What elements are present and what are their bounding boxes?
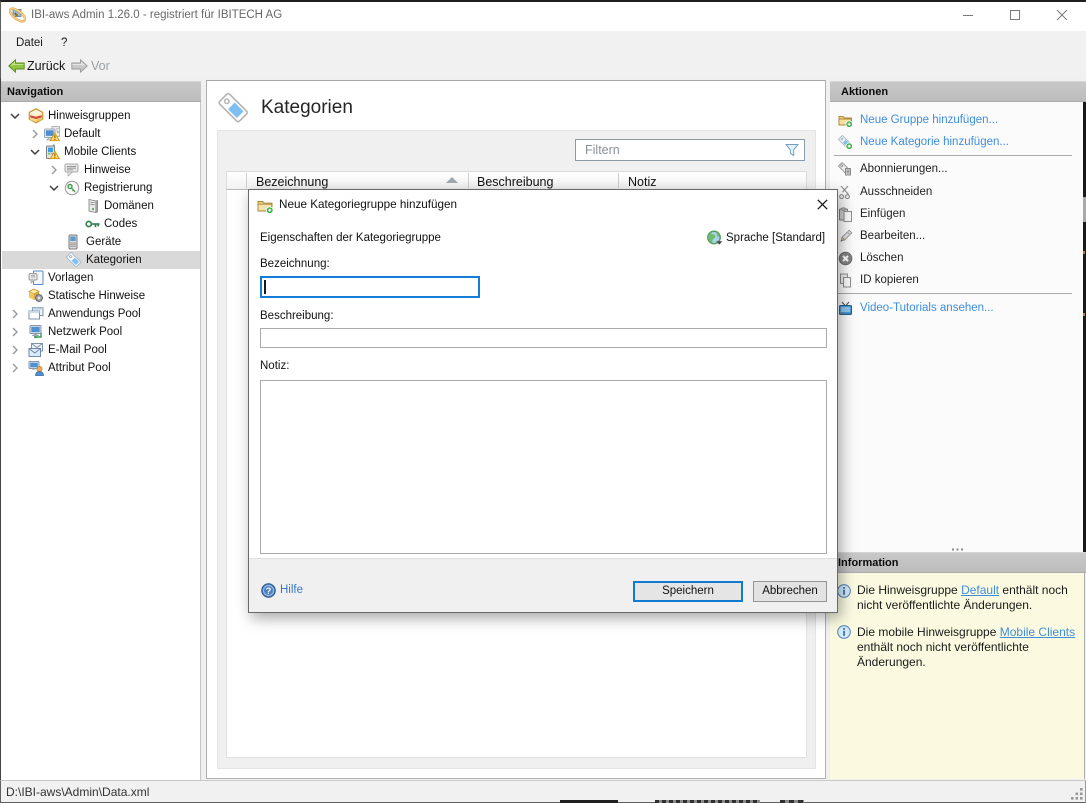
- svg-text:?: ?: [266, 586, 272, 597]
